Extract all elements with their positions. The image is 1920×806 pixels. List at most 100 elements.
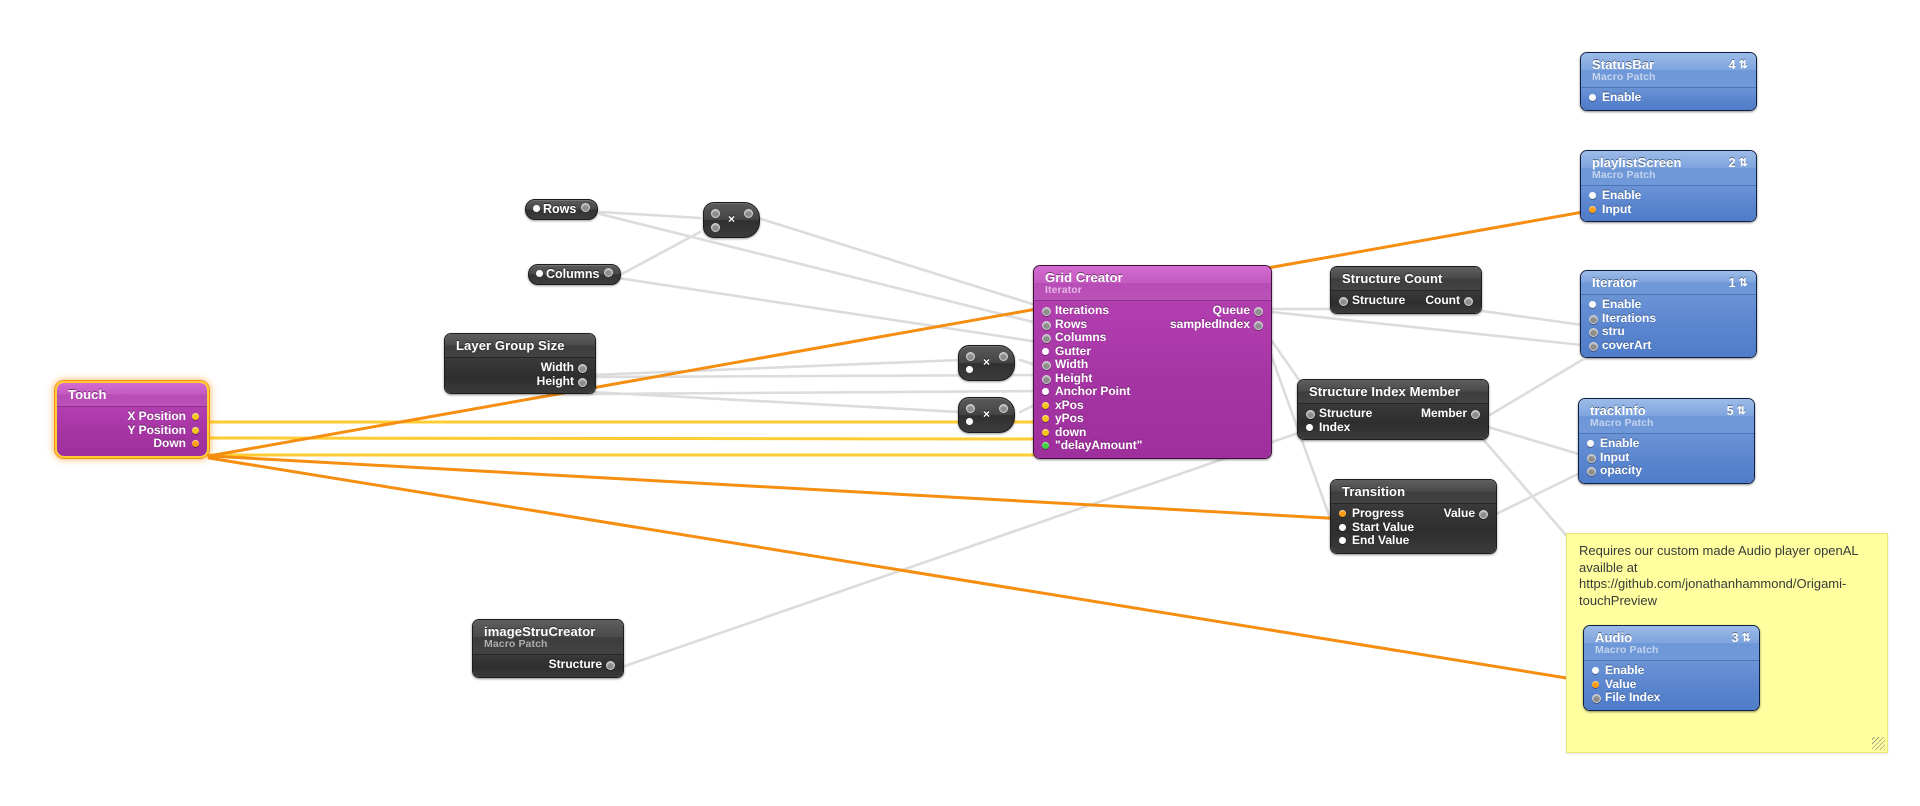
grid-ypos-port[interactable]: [1042, 415, 1049, 422]
port-row[interactable]: Structure: [473, 658, 623, 671]
patch-trackinfo[interactable]: trackInfo Macro Patch 5 ⇅ Enable Input op…: [1578, 398, 1755, 484]
iterator-iterations-port[interactable]: [1589, 314, 1598, 324]
port-row[interactable]: Iterations: [1581, 311, 1756, 325]
port-row[interactable]: xPos: [1034, 398, 1271, 412]
patch-transition[interactable]: Transition Progress Value Start Value En…: [1330, 479, 1497, 554]
patch-layer-group-size[interactable]: Layer Group Size Width Height: [444, 333, 596, 394]
audio-value-port[interactable]: [1592, 680, 1599, 688]
iterator-enable-port[interactable]: [1589, 301, 1596, 308]
port-row[interactable]: Iterations Queue: [1034, 304, 1271, 317]
lgs-width-port[interactable]: [578, 364, 587, 373]
port-row[interactable]: Structure Count: [1331, 294, 1481, 307]
grid-columns-port[interactable]: [1042, 334, 1051, 343]
grid-xpos-port[interactable]: [1042, 401, 1049, 409]
port-row[interactable]: down: [1034, 425, 1271, 439]
port-row[interactable]: Enable: [1581, 91, 1756, 104]
port-row[interactable]: Structure Member: [1298, 407, 1488, 420]
sim-index-port[interactable]: [1306, 423, 1313, 431]
port-row[interactable]: End Value: [1331, 534, 1496, 547]
iterator-stru-port[interactable]: [1589, 328, 1598, 337]
port-row[interactable]: Columns: [1034, 331, 1271, 344]
rows-output-port[interactable]: [581, 203, 591, 212]
port-row[interactable]: File Index: [1584, 691, 1759, 704]
grid-iterations-port[interactable]: [1042, 307, 1051, 316]
grid-down-port[interactable]: [1042, 428, 1049, 436]
patch-statusbar[interactable]: StatusBar Macro Patch 4 ⇅ Enable: [1580, 52, 1757, 111]
resize-grip-icon[interactable]: [1872, 737, 1885, 750]
columns-output-port[interactable]: [604, 268, 614, 277]
grid-queue-port[interactable]: [1254, 307, 1263, 316]
port-row[interactable]: Enable: [1581, 189, 1756, 202]
sc-structure-port[interactable]: [1339, 297, 1348, 306]
grid-rows-port[interactable]: [1042, 320, 1051, 330]
patch-rows[interactable]: Rows: [525, 199, 599, 220]
sim-member-port[interactable]: [1471, 410, 1480, 419]
port-row[interactable]: Y Position: [57, 423, 207, 437]
patch-trackinfo-index[interactable]: 5 ⇅: [1727, 404, 1746, 418]
port-row[interactable]: stru: [1581, 325, 1756, 338]
patch-touch[interactable]: Touch X Position Y Position Down: [55, 381, 209, 458]
touch-down-port[interactable]: [192, 440, 199, 447]
touch-xposition-port[interactable]: [192, 413, 199, 420]
port-row[interactable]: Width: [1034, 358, 1271, 371]
patch-iterator-index[interactable]: 1 ⇅: [1729, 276, 1748, 290]
port-row[interactable]: Index: [1298, 420, 1488, 434]
transition-progress-port[interactable]: [1339, 510, 1346, 517]
patch-structure-index-member[interactable]: Structure Index Member Structure Member …: [1297, 379, 1489, 440]
playlistscreen-input-port[interactable]: [1589, 205, 1596, 213]
grid-sampledindex-port[interactable]: [1254, 320, 1263, 330]
patch-audio[interactable]: Audio Macro Patch 3 ⇅ Enable Value File I…: [1583, 625, 1760, 711]
audio-enable-port[interactable]: [1592, 667, 1599, 674]
port-row[interactable]: Enable: [1581, 298, 1756, 311]
port-row[interactable]: Gutter: [1034, 344, 1271, 358]
patch-audio-index[interactable]: 3 ⇅: [1732, 631, 1751, 645]
sim-structure-port[interactable]: [1306, 410, 1315, 419]
lgs-height-port[interactable]: [578, 377, 587, 387]
grid-width-port[interactable]: [1042, 361, 1051, 370]
port-row[interactable]: opacity: [1579, 464, 1754, 477]
iterator-coverart-port[interactable]: [1589, 341, 1598, 351]
patch-columns[interactable]: Columns: [528, 264, 622, 285]
transition-startvalue-port[interactable]: [1339, 523, 1346, 531]
patch-playlistscreen[interactable]: playlistScreen Macro Patch 2 ⇅ Enable Inp…: [1580, 150, 1757, 222]
trackinfo-opacity-port[interactable]: [1587, 467, 1596, 476]
grid-height-port[interactable]: [1042, 374, 1051, 384]
port-row[interactable]: Enable: [1579, 437, 1754, 450]
statusbar-enable-port[interactable]: [1589, 94, 1596, 101]
port-row[interactable]: Height: [1034, 371, 1271, 385]
port-row[interactable]: yPos: [1034, 412, 1271, 425]
trackinfo-enable-port[interactable]: [1587, 440, 1594, 447]
patch-canvas[interactable]: Rows Columns × × × Requires our custom m…: [0, 0, 1920, 806]
port-row[interactable]: Start Value: [1331, 520, 1496, 534]
patch-imagestrucreator[interactable]: imageStruCreator Macro Patch Structure: [472, 619, 624, 678]
grid-gutter-port[interactable]: [1042, 347, 1049, 355]
patch-multiply-top[interactable]: ×: [703, 202, 760, 238]
touch-yposition-port[interactable]: [192, 426, 199, 434]
sc-count-port[interactable]: [1464, 297, 1473, 306]
port-row[interactable]: Down: [57, 437, 207, 450]
port-row[interactable]: Width: [445, 361, 595, 374]
patch-playlistscreen-index[interactable]: 2 ⇅: [1729, 156, 1748, 170]
port-row[interactable]: Anchor Point: [1034, 385, 1271, 398]
columns-input-port[interactable]: [536, 270, 543, 277]
grid-delayamount-port[interactable]: [1042, 442, 1049, 449]
rows-input-port[interactable]: [533, 205, 540, 212]
trackinfo-input-port[interactable]: [1587, 453, 1596, 463]
playlistscreen-enable-port[interactable]: [1589, 192, 1596, 199]
transition-value-port[interactable]: [1479, 510, 1488, 519]
patch-multiply-lower[interactable]: ×: [958, 397, 1015, 433]
port-row[interactable]: Input: [1579, 450, 1754, 464]
port-row[interactable]: X Position: [57, 410, 207, 423]
port-row[interactable]: Height: [445, 374, 595, 388]
patch-iterator[interactable]: Iterator 1 ⇅ Enable Iterations stru cover…: [1580, 270, 1757, 358]
patch-grid-creator[interactable]: Grid Creator Iterator Iterations Queue R…: [1033, 265, 1272, 459]
port-row[interactable]: Input: [1581, 202, 1756, 216]
patch-statusbar-index[interactable]: 4 ⇅: [1729, 58, 1748, 72]
transition-endvalue-port[interactable]: [1339, 537, 1346, 544]
port-row[interactable]: Progress Value: [1331, 507, 1496, 520]
port-row[interactable]: "delayAmount": [1034, 439, 1271, 452]
port-row[interactable]: Enable: [1584, 664, 1759, 677]
grid-anchorpoint-port[interactable]: [1042, 388, 1049, 395]
imagestrucreator-structure-port[interactable]: [606, 661, 615, 670]
audio-fileindex-port[interactable]: [1592, 694, 1601, 703]
